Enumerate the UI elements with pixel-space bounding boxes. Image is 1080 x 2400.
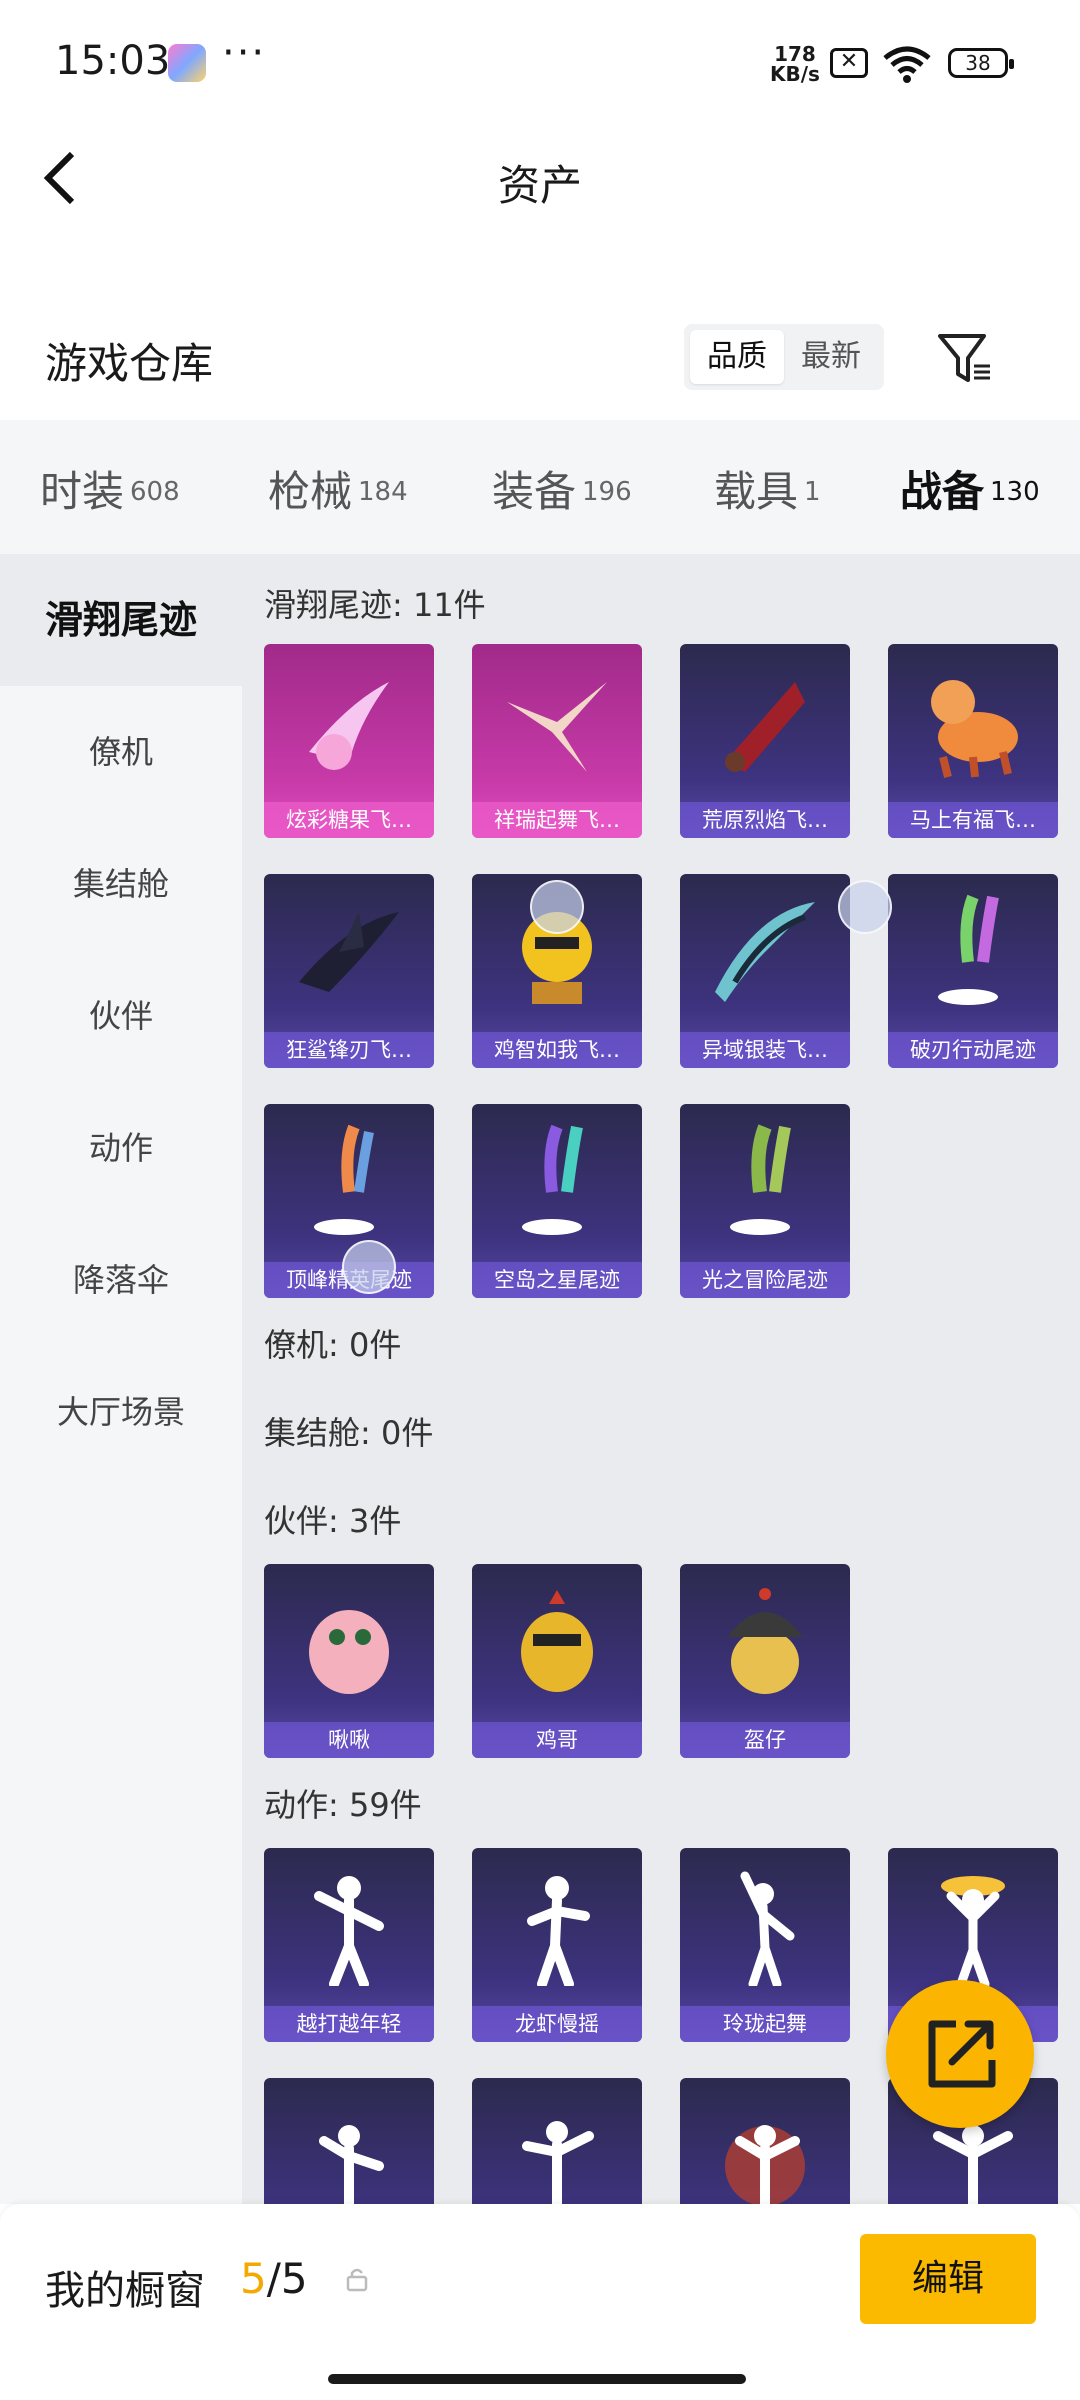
item-card[interactable]: 异域银装飞… bbox=[680, 874, 850, 1068]
dance-emote-icon bbox=[740, 1871, 795, 1986]
item-card[interactable]: 越打越年轻 bbox=[264, 1848, 434, 2042]
section-title: 游戏仓库 bbox=[45, 339, 214, 388]
sort-toggle: 品质 最新 bbox=[684, 324, 884, 390]
helmet-chick-partner-icon bbox=[727, 1588, 803, 1694]
edit-button[interactable]: 编辑 bbox=[860, 2234, 1036, 2324]
sort-latest-button[interactable]: 最新 bbox=[784, 330, 878, 384]
item-card[interactable] bbox=[680, 2078, 850, 2204]
candy-glider-icon bbox=[309, 682, 389, 770]
dance-emote-icon bbox=[522, 2121, 594, 2204]
item-card[interactable]: 破刃行动尾迹 bbox=[888, 874, 1058, 1068]
subcategory-sidebar: 滑翔尾迹 僚机 集结舱 伙伴 动作 降落伞 大厅场景 bbox=[0, 554, 242, 2204]
battery-icon: 38 bbox=[948, 48, 1014, 78]
showcase-bar: 我的橱窗 5/5 编辑 bbox=[0, 2204, 1080, 2400]
smoke-trail-icon bbox=[314, 1124, 374, 1235]
chicken-partner-icon bbox=[521, 1590, 593, 1692]
dance-emote-icon bbox=[319, 2125, 384, 2204]
item-card[interactable] bbox=[472, 2078, 642, 2204]
dance-emote-icon bbox=[725, 2125, 805, 2204]
no-sim-icon: ✕ bbox=[830, 48, 868, 78]
sort-quality-button[interactable]: 品质 bbox=[690, 330, 784, 384]
share-icon bbox=[928, 2020, 996, 2088]
showcase-count: 5/5 bbox=[240, 2254, 308, 2303]
wifi-icon bbox=[883, 46, 931, 83]
tab-fashion[interactable]: 时装 608 bbox=[40, 458, 180, 519]
dance-emote-icon bbox=[314, 1876, 384, 1986]
share-fab-button[interactable] bbox=[886, 1980, 1034, 2128]
item-card[interactable]: 祥瑞起舞飞… bbox=[472, 644, 642, 838]
item-grid-panel: 滑翔尾迹: 11件 炫彩糖果飞… 祥瑞起舞飞… 荒原烈焰飞… 马上有福飞… 狂鲨… bbox=[242, 554, 1080, 2204]
dance-emote-icon bbox=[941, 1876, 1005, 1986]
showcase-label: 我的橱窗 bbox=[45, 2268, 205, 2314]
page-title: 资产 bbox=[497, 161, 582, 210]
item-card[interactable]: 狂鲨锋刃飞… bbox=[264, 874, 434, 1068]
item-card[interactable]: 光之冒险尾迹 bbox=[680, 1104, 850, 1298]
nav-bar: 资产 bbox=[0, 126, 1080, 236]
category-tabs: 时装 608 枪械 184 装备 196 载具 1 战备 130 bbox=[0, 420, 1080, 568]
tab-equipment[interactable]: 装备 196 bbox=[492, 458, 632, 519]
item-card[interactable]: 空岛之星尾迹 bbox=[472, 1104, 642, 1298]
section-header-wingman: 僚机: 0件 bbox=[264, 1326, 402, 1364]
sidebar-item-lobby-scene[interactable]: 大厅场景 bbox=[0, 1346, 242, 1478]
flame-glider-icon bbox=[725, 682, 805, 772]
section-header-glide: 滑翔尾迹: 11件 bbox=[264, 586, 486, 624]
lock-icon bbox=[346, 2268, 368, 2292]
clock: 15:03 bbox=[55, 38, 171, 84]
item-card[interactable] bbox=[264, 2078, 434, 2204]
warehouse-header: 游戏仓库 品质 最新 bbox=[0, 310, 1080, 420]
dance-emote-icon bbox=[527, 1876, 590, 1986]
sidebar-item-parachute[interactable]: 降落伞 bbox=[0, 1214, 242, 1346]
more-notifications-icon: ··· bbox=[222, 30, 267, 76]
item-card[interactable]: 盔仔 bbox=[680, 1564, 850, 1758]
sidebar-item-partner[interactable]: 伙伴 bbox=[0, 950, 242, 1082]
smoke-trail-icon bbox=[730, 1124, 791, 1235]
tab-vehicles[interactable]: 载具 1 bbox=[714, 458, 821, 519]
touch-indicator bbox=[838, 880, 892, 934]
silver-glider-icon bbox=[715, 902, 815, 1002]
item-card[interactable]: 荒原烈焰飞… bbox=[680, 644, 850, 838]
section-header-partner: 伙伴: 3件 bbox=[264, 1502, 402, 1540]
section-header-emote: 动作: 59件 bbox=[264, 1786, 422, 1824]
pink-bird-partner-icon bbox=[309, 1610, 389, 1694]
sidebar-item-wingman[interactable]: 僚机 bbox=[0, 686, 242, 818]
game-app-icon bbox=[168, 44, 206, 82]
item-card[interactable]: 鸡哥 bbox=[472, 1564, 642, 1758]
smoke-trail-icon bbox=[938, 894, 999, 1005]
item-card[interactable]: 玲珑起舞 bbox=[680, 1848, 850, 2042]
sidebar-item-emote[interactable]: 动作 bbox=[0, 1082, 242, 1214]
tab-weapons[interactable]: 枪械 184 bbox=[268, 458, 408, 519]
network-speed: 178 KB/s bbox=[770, 42, 820, 86]
touch-indicator bbox=[342, 1240, 396, 1294]
dragon-glider-icon bbox=[507, 682, 607, 772]
touch-indicator bbox=[530, 880, 584, 934]
tab-tactical[interactable]: 战备 130 bbox=[900, 458, 1040, 568]
item-card[interactable]: 马上有福飞… bbox=[888, 644, 1058, 838]
section-header-rally-pod: 集结舱: 0件 bbox=[264, 1414, 434, 1452]
home-indicator bbox=[328, 2374, 746, 2384]
item-card[interactable]: 龙虾慢摇 bbox=[472, 1848, 642, 2042]
item-card[interactable]: 炫彩糖果飞… bbox=[264, 644, 434, 838]
item-card[interactable]: 啾啾 bbox=[264, 1564, 434, 1758]
sidebar-item-rally-pod[interactable]: 集结舱 bbox=[0, 818, 242, 950]
sidebar-item-glide-trail[interactable]: 滑翔尾迹 bbox=[0, 554, 242, 686]
horse-glider-icon bbox=[931, 680, 1018, 778]
shark-glider-icon bbox=[299, 912, 399, 992]
status-bar: 15:03 ··· 178 KB/s ✕ 38 bbox=[0, 0, 1080, 126]
filter-icon[interactable] bbox=[934, 324, 994, 390]
smoke-trail-icon bbox=[522, 1124, 583, 1235]
